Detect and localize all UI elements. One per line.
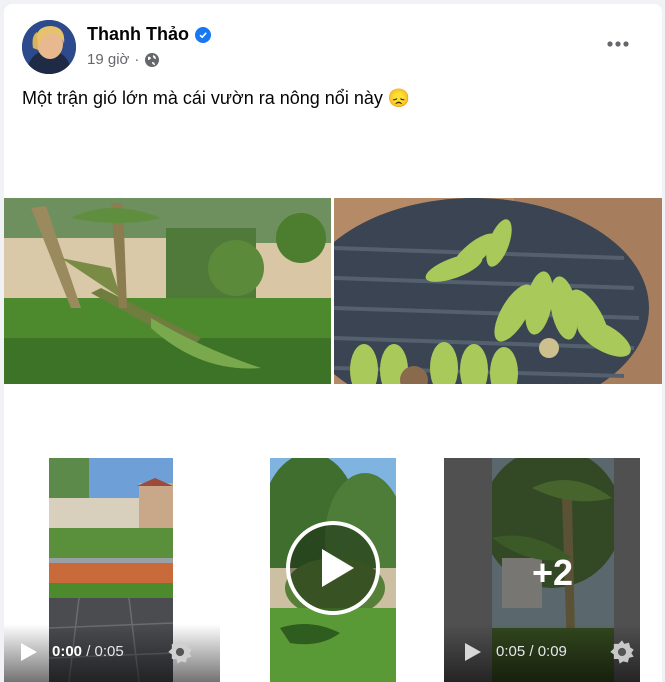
- play-icon[interactable]: [20, 642, 38, 662]
- video-tile-1[interactable]: 0:00 / 0:05: [4, 458, 220, 682]
- separator-dot: ·: [134, 51, 140, 68]
- post-meta: 19 giờ ·: [87, 51, 160, 68]
- post-time[interactable]: 19 giờ: [87, 51, 129, 68]
- verified-badge-icon: [195, 26, 211, 43]
- time-total: / 0:09: [525, 643, 567, 660]
- post-card: Thanh Thảo 19 giờ · Một trận gió lớn mà …: [4, 4, 662, 682]
- photo-bananas[interactable]: [334, 198, 662, 384]
- author-name[interactable]: Thanh Thảo: [87, 24, 211, 45]
- video-time: 0:05 / 0:09: [496, 643, 567, 660]
- gear-icon[interactable]: [166, 638, 194, 666]
- post-caption: Một trận gió lớn mà cái vườn ra nông nổi…: [22, 88, 411, 108]
- play-icon[interactable]: [464, 642, 482, 662]
- globe-icon[interactable]: [144, 52, 160, 68]
- time-current: 0:05: [496, 643, 526, 660]
- author-avatar[interactable]: [22, 20, 76, 74]
- time-current: 0:00: [52, 643, 83, 660]
- video-tile-2[interactable]: [270, 458, 396, 682]
- gear-icon[interactable]: [608, 638, 636, 666]
- video-tile-3[interactable]: +2 0:05 / 0:09: [444, 458, 640, 682]
- author-name-text[interactable]: Thanh Thảo: [87, 24, 189, 45]
- video-time: 0:00 / 0:05: [52, 643, 124, 660]
- more-media-count: +2: [532, 552, 574, 593]
- photo-fallen-trees[interactable]: [4, 198, 331, 384]
- more-options-icon[interactable]: [604, 32, 632, 56]
- play-icon[interactable]: [286, 521, 380, 615]
- time-total: / 0:05: [82, 643, 124, 660]
